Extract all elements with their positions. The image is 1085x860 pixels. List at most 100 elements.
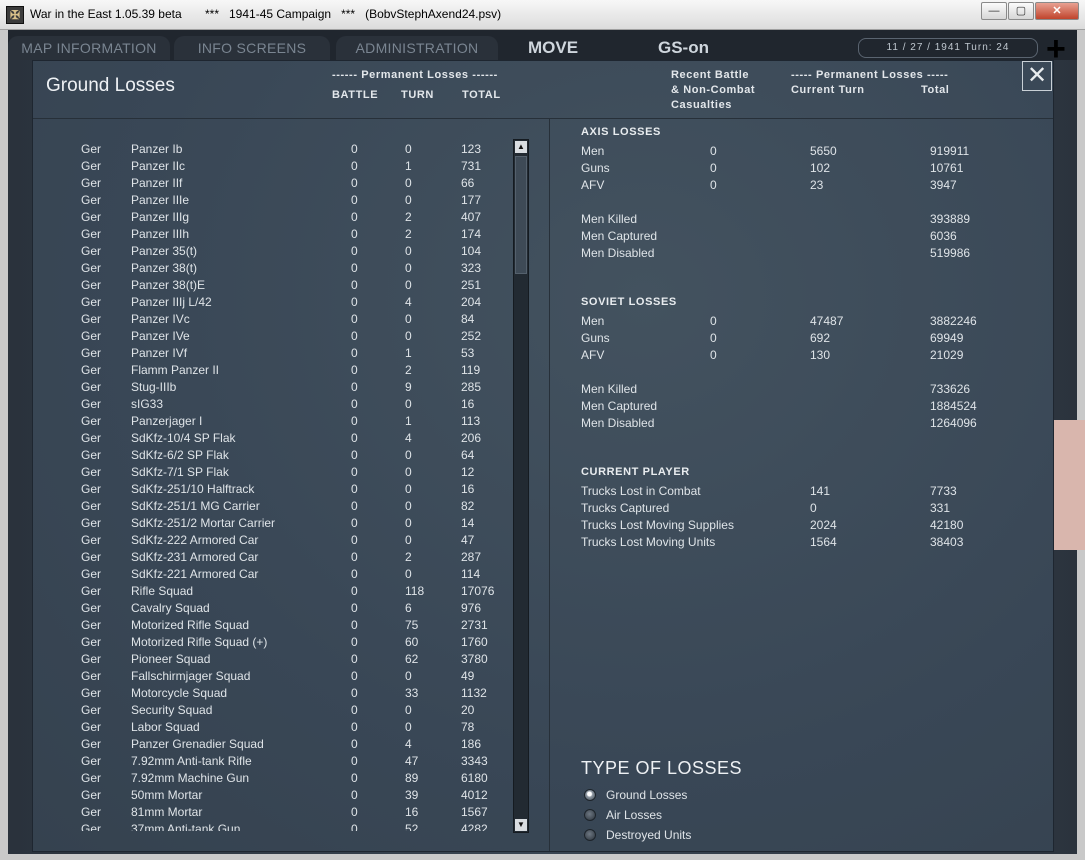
table-row[interactable]: Ger Panzer 38(t)E 0 0 251 <box>33 277 513 294</box>
soviet-detail-row: Men Captured 1884524 <box>581 398 1021 415</box>
mode-indicator[interactable]: MOVE <box>528 38 578 58</box>
turn-losses: 75 <box>405 618 419 632</box>
table-row[interactable]: Ger 37mm Anti-tank Gun 0 52 4282 <box>33 821 513 831</box>
unit-name: Motorized Rifle Squad (+) <box>131 635 268 649</box>
table-row[interactable]: Ger Panzer 38(t) 0 0 323 <box>33 260 513 277</box>
list-scrollbar[interactable]: ▲ ▼ <box>513 139 529 833</box>
tab-info-screens[interactable]: INFO SCREENS <box>174 36 330 60</box>
unit-nation: Ger <box>81 295 102 309</box>
table-row[interactable]: Ger Stug-IIIb 0 9 285 <box>33 379 513 396</box>
axis-detail-row: Men Captured 6036 <box>581 228 1021 245</box>
battle-losses: 0 <box>351 176 358 190</box>
table-row[interactable]: Ger Rifle Squad 0 118 17076 <box>33 583 513 600</box>
table-row[interactable]: Ger Panzer Ib 0 0 123 <box>33 141 513 158</box>
table-row[interactable]: Ger 50mm Mortar 0 39 4012 <box>33 787 513 804</box>
radio-dot-icon[interactable] <box>584 809 596 821</box>
recent-casualties: 0 <box>710 348 717 362</box>
table-row[interactable]: Ger SdKfz-251/1 MG Carrier 0 0 82 <box>33 498 513 515</box>
unit-name: SdKfz-251/1 MG Carrier <box>131 499 260 513</box>
loss-label: Men Disabled <box>581 246 655 260</box>
battle-losses: 0 <box>351 516 358 530</box>
unit-nation: Ger <box>81 193 102 207</box>
scroll-up-icon[interactable]: ▲ <box>515 141 527 153</box>
radio-dot-icon[interactable] <box>584 789 596 801</box>
table-row[interactable]: Ger SdKfz-6/2 SP Flak 0 0 64 <box>33 447 513 464</box>
table-row[interactable]: Ger SdKfz-251/2 Mortar Carrier 0 0 14 <box>33 515 513 532</box>
loss-label: AFV <box>581 178 605 192</box>
table-row[interactable]: Ger Motorized Rifle Squad (+) 0 60 1760 <box>33 634 513 651</box>
turn-losses: 1 <box>405 159 412 173</box>
unit-name: Panzer IIf <box>131 176 183 190</box>
table-row[interactable]: Ger Flamm Panzer II 0 2 119 <box>33 362 513 379</box>
table-row[interactable]: Ger SdKfz-222 Armored Car 0 0 47 <box>33 532 513 549</box>
unit-nation: Ger <box>81 652 102 666</box>
battle-losses: 0 <box>351 312 358 326</box>
scroll-thumb[interactable] <box>515 156 527 274</box>
turn-losses: 0 <box>405 397 412 411</box>
window-titlebar: ✠ War in the East 1.05.39 beta *** 1941-… <box>0 0 1085 30</box>
table-row[interactable]: Ger SdKfz-10/4 SP Flak 0 4 206 <box>33 430 513 447</box>
unit-nation: Ger <box>81 550 102 564</box>
total-losses: 17076 <box>461 584 495 598</box>
battle-losses: 0 <box>351 771 358 785</box>
table-row[interactable]: Ger Panzer IIIg 0 2 407 <box>33 209 513 226</box>
table-row[interactable]: Ger Cavalry Squad 0 6 976 <box>33 600 513 617</box>
unit-nation: Ger <box>81 414 102 428</box>
total-losses: 407 <box>461 210 482 224</box>
table-row[interactable]: Ger 7.92mm Anti-tank Rifle 0 47 3343 <box>33 753 513 770</box>
table-row[interactable]: Ger sIG33 0 0 16 <box>33 396 513 413</box>
total-losses: 2731 <box>461 618 488 632</box>
table-row[interactable]: Ger Pioneer Squad 0 62 3780 <box>33 651 513 668</box>
table-row[interactable]: Ger Panzer IVe 0 0 252 <box>33 328 513 345</box>
table-row[interactable]: Ger Panzer IIf 0 0 66 <box>33 175 513 192</box>
close-window-button[interactable]: ✕ <box>1035 2 1079 20</box>
maximize-button[interactable]: ▢ <box>1008 2 1034 20</box>
table-row[interactable]: Ger Panzer IIIh 0 2 174 <box>33 226 513 243</box>
table-row[interactable]: Ger SdKfz-231 Armored Car 0 2 287 <box>33 549 513 566</box>
total-losses: 174 <box>461 227 482 241</box>
table-row[interactable]: Ger SdKfz-7/1 SP Flak 0 0 12 <box>33 464 513 481</box>
table-row[interactable]: Ger Fallschirmjager Squad 0 0 49 <box>33 668 513 685</box>
table-row[interactable]: Ger Panzer IVc 0 0 84 <box>33 311 513 328</box>
total-losses: 7733 <box>930 484 957 498</box>
battle-losses: 0 <box>351 737 358 751</box>
player-row: Trucks Lost Moving Units 1564 38403 <box>581 534 1021 551</box>
scroll-down-icon[interactable]: ▼ <box>515 819 527 831</box>
unit-name: Panzer Grenadier Squad <box>131 737 264 751</box>
table-row[interactable]: Ger Panzer IIIj L/42 0 4 204 <box>33 294 513 311</box>
minimize-button[interactable]: — <box>981 2 1007 20</box>
table-row[interactable]: Ger Panzer IIc 0 1 731 <box>33 158 513 175</box>
unit-nation: Ger <box>81 431 102 445</box>
table-row[interactable]: Ger Panzer IVf 0 1 53 <box>33 345 513 362</box>
turn-losses: 0 <box>405 261 412 275</box>
total-losses: 919911 <box>930 144 970 158</box>
table-row[interactable]: Ger SdKfz-221 Armored Car 0 0 114 <box>33 566 513 583</box>
gs-toggle[interactable]: GS-on <box>658 38 709 58</box>
table-row[interactable]: Ger SdKfz-251/10 Halftrack 0 0 16 <box>33 481 513 498</box>
turn-losses: 0 <box>405 142 412 156</box>
table-row[interactable]: Ger 81mm Mortar 0 16 1567 <box>33 804 513 821</box>
table-row[interactable]: Ger Panzer Grenadier Squad 0 4 186 <box>33 736 513 753</box>
table-row[interactable]: Ger 7.92mm Machine Gun 0 89 6180 <box>33 770 513 787</box>
total-losses: 3882246 <box>930 314 977 328</box>
unit-name: Fallschirmjager Squad <box>131 669 251 683</box>
close-panel-button[interactable]: ✕ <box>1022 61 1052 91</box>
total-losses: 519986 <box>930 246 971 260</box>
tab-administration[interactable]: ADMINISTRATION <box>336 36 498 60</box>
total-losses: 204 <box>461 295 482 309</box>
header-recent-1: Recent Battle <box>671 69 750 81</box>
radio-dot-icon[interactable] <box>584 829 596 841</box>
soviet-detail-row: Men Killed 733626 <box>581 381 1021 398</box>
soviet-row: AFV 0 130 21029 <box>581 347 1021 364</box>
table-row[interactable]: Ger Labor Squad 0 0 78 <box>33 719 513 736</box>
table-row[interactable]: Ger Panzer 35(t) 0 0 104 <box>33 243 513 260</box>
player-row: Trucks Lost in Combat 141 7733 <box>581 483 1021 500</box>
table-row[interactable]: Ger Panzer IIIe 0 0 177 <box>33 192 513 209</box>
axis-row: Guns 0 102 10761 <box>581 160 1021 177</box>
table-row[interactable]: Ger Motorized Rifle Squad 0 75 2731 <box>33 617 513 634</box>
table-row[interactable]: Ger Panzerjager I 0 1 113 <box>33 413 513 430</box>
table-row[interactable]: Ger Security Squad 0 0 20 <box>33 702 513 719</box>
table-row[interactable]: Ger Motorcycle Squad 0 33 1132 <box>33 685 513 702</box>
tab-map-information[interactable]: MAP INFORMATION <box>8 36 170 60</box>
unit-name: Panzer IIIg <box>131 210 190 224</box>
